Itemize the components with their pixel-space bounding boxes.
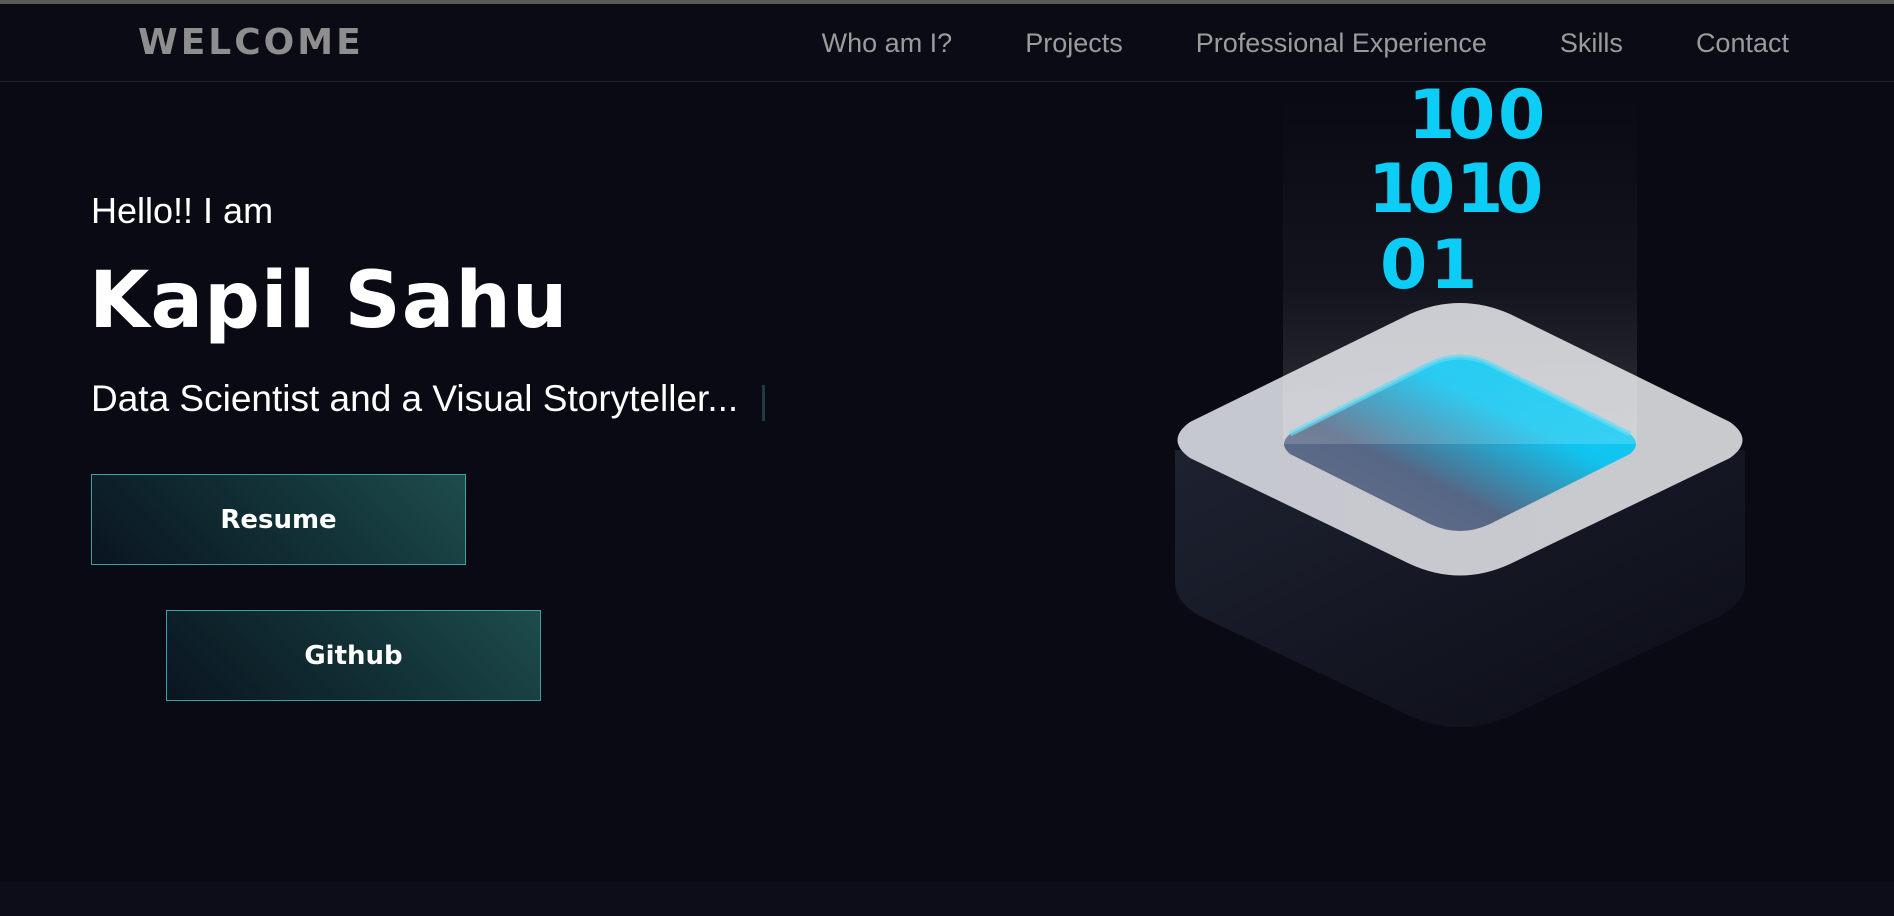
nav-link-skills[interactable]: Skills xyxy=(1560,28,1623,59)
nav-link-who-am-i[interactable]: Who am I? xyxy=(822,28,953,59)
nav-link-contact[interactable]: Contact xyxy=(1696,28,1789,59)
hero-name: Kapil Sahu xyxy=(89,256,569,346)
hero-tagline: Data Scientist and a Visual Storyteller.… xyxy=(91,378,739,419)
hero-greeting: Hello!! I am xyxy=(91,190,274,231)
brand-logo[interactable]: WELCOME xyxy=(138,22,364,63)
resume-button[interactable]: Resume xyxy=(91,474,466,565)
github-button[interactable]: Github xyxy=(166,610,541,701)
binary-digit: 0 xyxy=(1498,82,1545,155)
binary-digit: 0 xyxy=(1408,150,1455,229)
nav-links: Who am I? Projects Professional Experien… xyxy=(822,28,1789,59)
nav-link-professional-experience[interactable]: Professional Experience xyxy=(1196,28,1487,59)
binary-digit: 0 xyxy=(1448,82,1495,155)
section-divider xyxy=(0,882,1894,916)
navbar: WELCOME Who am I? Projects Professional … xyxy=(0,4,1894,82)
data-platform-icon: 1 0 0 1 0 1 0 0 1 xyxy=(1175,82,1745,727)
nav-link-projects[interactable]: Projects xyxy=(1025,28,1123,59)
binary-digit: 0 xyxy=(1496,150,1543,229)
typing-cursor xyxy=(762,385,765,421)
binary-digit: 0 xyxy=(1380,226,1427,305)
binary-digit: 1 xyxy=(1430,226,1477,305)
